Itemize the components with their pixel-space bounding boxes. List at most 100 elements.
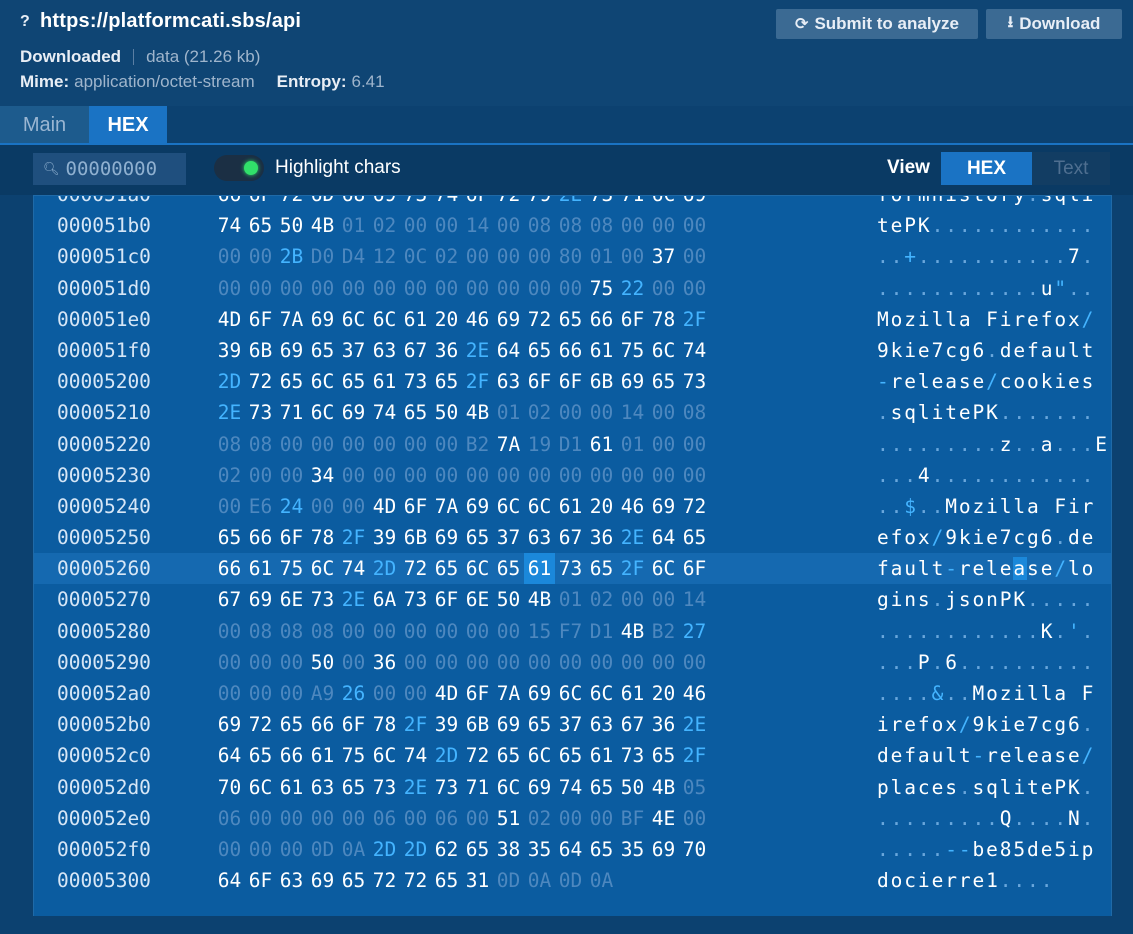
hex-byte[interactable]: 72 (524, 304, 555, 335)
hex-byte[interactable]: 37 (648, 241, 679, 272)
hex-row[interactable]: 000052a0 00 00 00 A9 26 00 00 4D 6F 7A 69 6C 6C 61 20 46… (34, 678, 1111, 709)
hex-byte[interactable]: 00 (617, 460, 648, 491)
hex-byte[interactable]: 65 (648, 366, 679, 397)
hex-byte[interactable]: 6C (555, 678, 586, 709)
row-text[interactable]: Mozilla Firefox/ (877, 304, 1095, 335)
hex-byte[interactable]: 65 (307, 335, 338, 366)
hex-byte[interactable]: 61 (524, 553, 555, 585)
hex-byte[interactable]: 65 (586, 553, 617, 584)
hex-byte[interactable]: 73 (245, 397, 276, 428)
hex-byte[interactable]: 69 (462, 491, 493, 522)
hex-byte[interactable]: 61 (400, 304, 431, 335)
hex-byte[interactable]: 00 (679, 647, 710, 678)
hex-byte[interactable]: 69 (307, 865, 338, 896)
hex-byte[interactable]: 08 (245, 429, 276, 460)
hex-byte[interactable]: 50 (307, 647, 338, 678)
hex-byte[interactable]: 19 (524, 429, 555, 460)
hex-byte[interactable]: 61 (276, 772, 307, 803)
hex-byte[interactable]: 69 (214, 709, 245, 740)
hex-viewer[interactable]: 000051a0666F726D686973746F72792E73716C69… (33, 195, 1112, 917)
hex-row[interactable]: 00005240 00 E6 24 00 00 4D 6F 7A 69 6C 6C 61 20 46 69 72… (34, 491, 1111, 522)
hex-byte[interactable]: 75 (276, 553, 307, 584)
hex-byte[interactable]: 72 (369, 865, 400, 896)
hex-byte[interactable]: 71 (617, 196, 648, 210)
hex-byte[interactable]: 00 (369, 273, 400, 304)
hex-byte[interactable]: 6C (493, 772, 524, 803)
row-text[interactable]: .....--be85de5ip (877, 834, 1095, 865)
hex-byte[interactable]: 75 (338, 740, 369, 771)
hex-byte[interactable]: 69 (276, 335, 307, 366)
hex-byte[interactable]: 61 (617, 678, 648, 709)
hex-byte[interactable]: 00 (338, 491, 369, 522)
view-hex-button[interactable]: HEX (941, 152, 1032, 185)
download-button[interactable]: ⭳ Download (986, 9, 1122, 39)
hex-byte[interactable]: 2F (400, 709, 431, 740)
hex-byte[interactable]: 51 (493, 803, 524, 834)
hex-byte[interactable]: 08 (555, 210, 586, 241)
row-text[interactable]: ..$..Mozilla Fir (877, 491, 1095, 522)
hex-byte[interactable]: 20 (586, 491, 617, 522)
hex-row[interactable]: 000051e0 4D 6F 7A 69 6C 6C 61 20 46 69 72 65 66 6F 78 2F… (34, 304, 1111, 335)
hex-byte[interactable]: 61 (586, 740, 617, 771)
hex-byte[interactable]: 67 (400, 335, 431, 366)
hex-byte[interactable]: 08 (586, 210, 617, 241)
row-text[interactable]: efox/9kie7cg6.de (877, 522, 1095, 553)
hex-byte[interactable]: 6F (400, 491, 431, 522)
hex-byte[interactable]: 46 (462, 304, 493, 335)
hex-byte[interactable]: 65 (524, 709, 555, 740)
hex-byte[interactable]: 36 (431, 335, 462, 366)
hex-byte[interactable]: 73 (400, 196, 431, 210)
hex-byte[interactable]: 64 (555, 834, 586, 865)
hex-byte[interactable]: 69 (493, 304, 524, 335)
hex-byte[interactable]: 6F (524, 366, 555, 397)
hex-byte[interactable]: 4D (431, 678, 462, 709)
hex-row[interactable]: 000051a0666F726D686973746F72792E73716C69… (34, 196, 1111, 210)
hex-byte[interactable]: 4D (369, 491, 400, 522)
hex-byte[interactable]: 00 (369, 429, 400, 460)
hex-byte[interactable]: 08 (276, 616, 307, 647)
row-text[interactable]: -release/cookies (877, 366, 1095, 397)
hex-byte[interactable]: 00 (245, 273, 276, 304)
hex-byte[interactable]: 00 (338, 647, 369, 678)
hex-byte[interactable]: 74 (431, 196, 462, 210)
hex-byte[interactable]: 00 (214, 273, 245, 304)
hex-byte[interactable]: 0A (586, 865, 617, 896)
hex-byte[interactable]: 6C (524, 491, 555, 522)
hex-byte[interactable]: 00 (648, 397, 679, 428)
hex-byte[interactable]: 64 (214, 740, 245, 771)
row-text[interactable]: ..+...........7. (877, 241, 1095, 272)
hex-byte[interactable]: 00 (524, 647, 555, 678)
hex-byte[interactable]: 2F (462, 366, 493, 397)
hex-byte[interactable]: 7A (493, 678, 524, 709)
hex-byte[interactable]: 27 (679, 616, 710, 647)
hex-byte[interactable]: 00 (307, 273, 338, 304)
hex-byte[interactable]: 6C (586, 678, 617, 709)
hex-row[interactable]: 00005250 65 66 6F 78 2F 39 6B 69 65 37 63 67 36 2E 64 65… (34, 522, 1111, 553)
hex-byte[interactable]: BF (617, 803, 648, 834)
hex-row[interactable]: 00005200 2D 72 65 6C 65 61 73 65 2F 63 6F 6F 6B 69 65 73… (34, 366, 1111, 397)
hex-byte[interactable]: 67 (555, 522, 586, 553)
hex-byte[interactable]: 65 (555, 304, 586, 335)
hex-byte[interactable]: 00 (493, 616, 524, 647)
hex-byte[interactable]: 46 (617, 491, 648, 522)
hex-byte[interactable]: 39 (369, 522, 400, 553)
hex-byte[interactable]: 00 (276, 273, 307, 304)
hex-byte[interactable]: 08 (524, 210, 555, 241)
hex-byte[interactable]: 01 (338, 210, 369, 241)
hex-byte[interactable]: 65 (462, 834, 493, 865)
hex-byte[interactable]: 00 (214, 241, 245, 272)
hex-byte[interactable]: 37 (338, 335, 369, 366)
hex-byte[interactable]: 00 (493, 273, 524, 304)
hex-byte[interactable]: 00 (338, 460, 369, 491)
hex-row[interactable]: 000052e0 06 00 00 00 00 06 00 06 00 51 02 00 00 BF 4E 00… (34, 803, 1111, 834)
hex-byte[interactable]: 75 (586, 273, 617, 304)
hex-byte[interactable]: 65 (431, 865, 462, 896)
hex-byte[interactable]: 00 (586, 803, 617, 834)
hex-byte[interactable]: 73 (307, 584, 338, 615)
hex-row[interactable]: 000051b0 74 65 50 4B 01 02 00 00 14 00 08 08 08 00 00 00… (34, 210, 1111, 241)
hex-byte[interactable]: 00 (338, 273, 369, 304)
hex-row[interactable]: 00005270 67 69 6E 73 2E 6A 73 6F 6E 50 4B 01 02 00 00 14… (34, 584, 1111, 615)
hex-byte[interactable]: 00 (431, 460, 462, 491)
hex-byte[interactable]: 61 (307, 740, 338, 771)
hex-byte[interactable]: 65 (276, 366, 307, 397)
